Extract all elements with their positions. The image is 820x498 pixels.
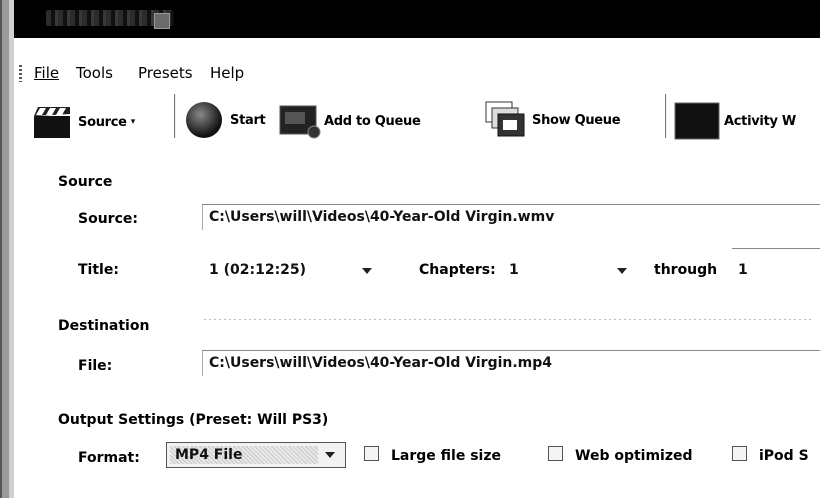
toolbar-separator bbox=[665, 94, 667, 138]
source-label: Source: bbox=[78, 211, 138, 227]
menu-presets[interactable]: Presets bbox=[138, 64, 193, 82]
show-queue-icon bbox=[485, 101, 525, 137]
section-divider bbox=[204, 319, 814, 320]
chapters-start-value: 1 bbox=[509, 262, 519, 278]
output-settings-heading: Output Settings (Preset: Will PS3) bbox=[58, 412, 329, 428]
start-button-label: Start bbox=[230, 112, 266, 128]
chapters-end-select[interactable]: 1 bbox=[732, 248, 820, 281]
source-dropdown-arrow-icon: ▾ bbox=[130, 117, 136, 127]
activity-window-label: Activity W bbox=[724, 113, 796, 129]
window-icon bbox=[154, 13, 170, 29]
title-label: Title: bbox=[78, 262, 119, 278]
format-label: Format: bbox=[78, 450, 140, 466]
menu-file[interactable]: File bbox=[34, 64, 59, 82]
menu-help-label: Help bbox=[210, 64, 245, 82]
destination-path-field[interactable]: C:\Users\will\Videos\40-Year-Old Virgin.… bbox=[202, 350, 820, 376]
source-section-heading: Source bbox=[58, 174, 113, 190]
chevron-down-icon bbox=[362, 268, 372, 274]
format-select-value: MP4 File bbox=[175, 447, 243, 463]
start-icon bbox=[186, 102, 222, 138]
add-to-queue-label: Add to Queue bbox=[324, 113, 421, 129]
source-button[interactable]: Source ▾ bbox=[32, 104, 135, 140]
activity-window-button[interactable]: Activity W bbox=[674, 102, 796, 140]
chevron-down-icon bbox=[325, 452, 335, 458]
app-window: File Tools Presets Help Source ▾ Start A… bbox=[14, 38, 820, 498]
large-file-size-checkbox[interactable] bbox=[364, 446, 379, 461]
menubar-grip-icon[interactable] bbox=[19, 65, 22, 82]
through-label: through bbox=[654, 262, 718, 278]
web-optimized-label: Web optimized bbox=[575, 448, 693, 464]
menu-presets-label: Presets bbox=[138, 64, 193, 82]
large-file-size-label: Large file size bbox=[391, 448, 501, 464]
title-select-value: 1 (02:12:25) bbox=[209, 262, 307, 278]
web-optimized-checkbox[interactable] bbox=[548, 446, 563, 461]
menu-tools-label: Tools bbox=[76, 64, 113, 82]
show-queue-label: Show Queue bbox=[532, 112, 621, 128]
source-button-label: Source bbox=[78, 114, 127, 130]
menu-tools[interactable]: Tools bbox=[76, 64, 113, 82]
title-select[interactable]: 1 (02:12:25) bbox=[202, 252, 384, 282]
menu-help[interactable]: Help bbox=[210, 64, 244, 82]
ipod-support-label: iPod S bbox=[759, 448, 809, 464]
title-bar[interactable] bbox=[14, 0, 820, 38]
toolbar-separator bbox=[174, 94, 176, 138]
destination-section-heading: Destination bbox=[58, 318, 150, 334]
window-left-frame bbox=[0, 0, 14, 498]
show-queue-button[interactable]: Show Queue bbox=[484, 100, 621, 140]
format-select[interactable]: MP4 File bbox=[166, 442, 346, 468]
chapters-start-select[interactable]: 1 bbox=[502, 252, 636, 282]
start-button[interactable]: Start bbox=[184, 100, 266, 140]
menu-file-label: File bbox=[34, 64, 60, 82]
activity-window-icon bbox=[674, 102, 720, 140]
chapters-end-value: 1 bbox=[738, 262, 748, 278]
chapters-label: Chapters: bbox=[419, 262, 496, 278]
file-label: File: bbox=[78, 358, 113, 374]
source-path-field[interactable]: C:\Users\will\Videos\40-Year-Old Virgin.… bbox=[202, 204, 820, 230]
ipod-support-checkbox[interactable] bbox=[732, 446, 747, 461]
add-to-queue-icon bbox=[279, 105, 321, 139]
chevron-down-icon bbox=[617, 268, 627, 274]
add-to-queue-button[interactable]: Add to Queue bbox=[278, 102, 421, 140]
clapperboard-icon bbox=[34, 107, 70, 138]
